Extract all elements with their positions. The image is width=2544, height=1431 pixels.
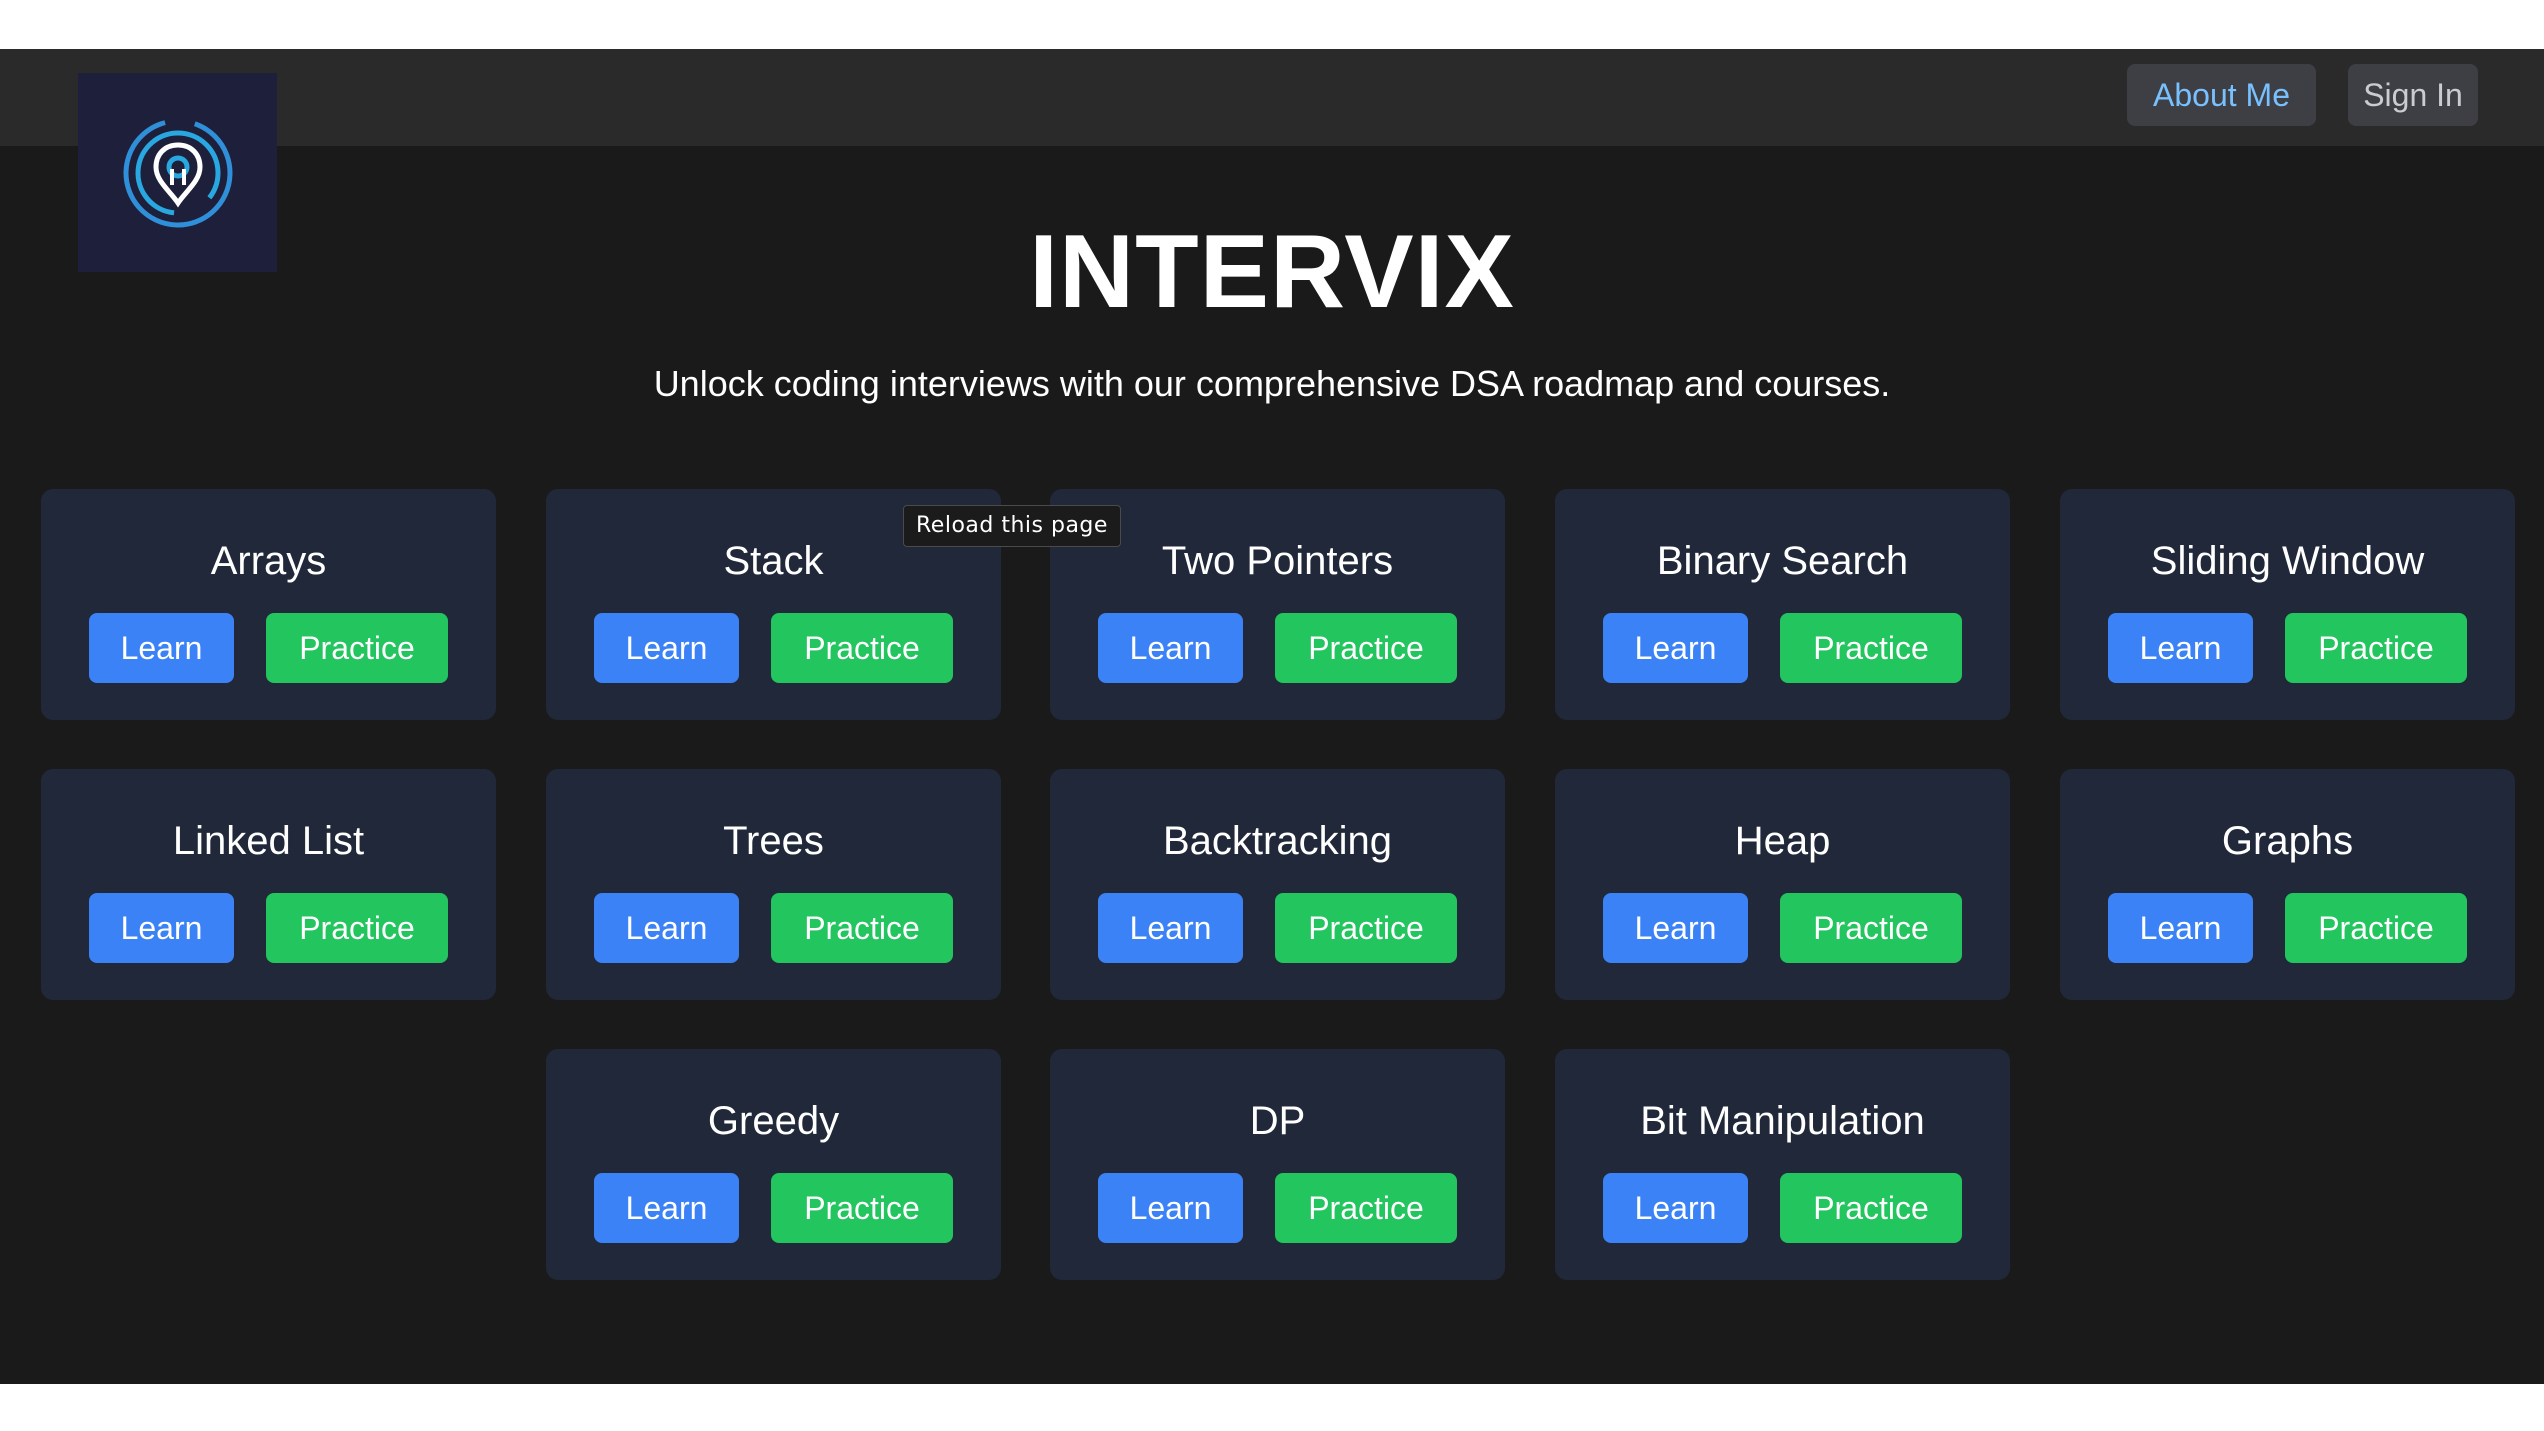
learn-button[interactable]: Learn (89, 893, 234, 963)
learn-button[interactable]: Learn (594, 893, 739, 963)
practice-button[interactable]: Practice (1275, 613, 1457, 683)
hero-subtitle: Unlock coding interviews with our compre… (653, 363, 1891, 404)
topic-card-sliding-window: Sliding Window Learn Practice (2060, 489, 2515, 720)
practice-button[interactable]: Practice (1780, 613, 1962, 683)
topic-card-backtracking: Backtracking Learn Practice (1050, 769, 1505, 1000)
topic-card-arrays: Arrays Learn Practice (41, 489, 496, 720)
reload-tooltip: Reload this page (903, 505, 1121, 547)
learn-button[interactable]: Learn (89, 613, 234, 683)
practice-button[interactable]: Practice (771, 893, 953, 963)
topic-card-linked-list: Linked List Learn Practice (41, 769, 496, 1000)
topic-card-heap: Heap Learn Practice (1555, 769, 2010, 1000)
practice-button[interactable]: Practice (266, 613, 448, 683)
topic-title: Graphs (2221, 819, 2354, 863)
target-pin-icon (123, 118, 232, 227)
learn-button[interactable]: Learn (1098, 1173, 1243, 1243)
topic-title: Sliding Window (2150, 539, 2425, 583)
hero-title: INTERVIX (1029, 214, 1515, 330)
learn-button[interactable]: Learn (1603, 893, 1748, 963)
topic-title: DP (1249, 1099, 1306, 1143)
learn-button[interactable]: Learn (1098, 893, 1243, 963)
practice-button[interactable]: Practice (771, 613, 953, 683)
practice-button[interactable]: Practice (1780, 893, 1962, 963)
topic-title: Greedy (707, 1099, 840, 1143)
topic-card-dp: DP Learn Practice (1050, 1049, 1505, 1280)
sign-in-button[interactable]: Sign In (2348, 64, 2478, 126)
topic-title: Linked List (172, 819, 365, 863)
learn-button[interactable]: Learn (2108, 893, 2253, 963)
practice-button[interactable]: Practice (2285, 893, 2467, 963)
practice-button[interactable]: Practice (2285, 613, 2467, 683)
practice-button[interactable]: Practice (1275, 1173, 1457, 1243)
topic-card-graphs: Graphs Learn Practice (2060, 769, 2515, 1000)
topic-title: Heap (1734, 819, 1831, 863)
navbar: About Me Sign In (0, 49, 2544, 146)
learn-button[interactable]: Learn (594, 613, 739, 683)
topic-title: Binary Search (1656, 539, 1909, 583)
learn-button[interactable]: Learn (2108, 613, 2253, 683)
practice-button[interactable]: Practice (1780, 1173, 1962, 1243)
topic-title: Trees (723, 819, 824, 863)
practice-button[interactable]: Practice (266, 893, 448, 963)
topic-card-binary-search: Binary Search Learn Practice (1555, 489, 2010, 720)
learn-button[interactable]: Learn (1603, 613, 1748, 683)
practice-button[interactable]: Practice (771, 1173, 953, 1243)
topic-title: Backtracking (1163, 819, 1392, 863)
learn-button[interactable]: Learn (1098, 613, 1243, 683)
about-me-button[interactable]: About Me (2127, 64, 2316, 126)
topic-title: Bit Manipulation (1640, 1099, 1925, 1143)
topic-card-greedy: Greedy Learn Practice (546, 1049, 1001, 1280)
topic-card-bit-manipulation: Bit Manipulation Learn Practice (1555, 1049, 2010, 1280)
topic-card-trees: Trees Learn Practice (546, 769, 1001, 1000)
app-page: About Me Sign In INTERVIX Unlock coding … (0, 49, 2544, 1384)
practice-button[interactable]: Practice (1275, 893, 1457, 963)
learn-button[interactable]: Learn (594, 1173, 739, 1243)
topic-title: Arrays (210, 539, 327, 583)
learn-button[interactable]: Learn (1603, 1173, 1748, 1243)
